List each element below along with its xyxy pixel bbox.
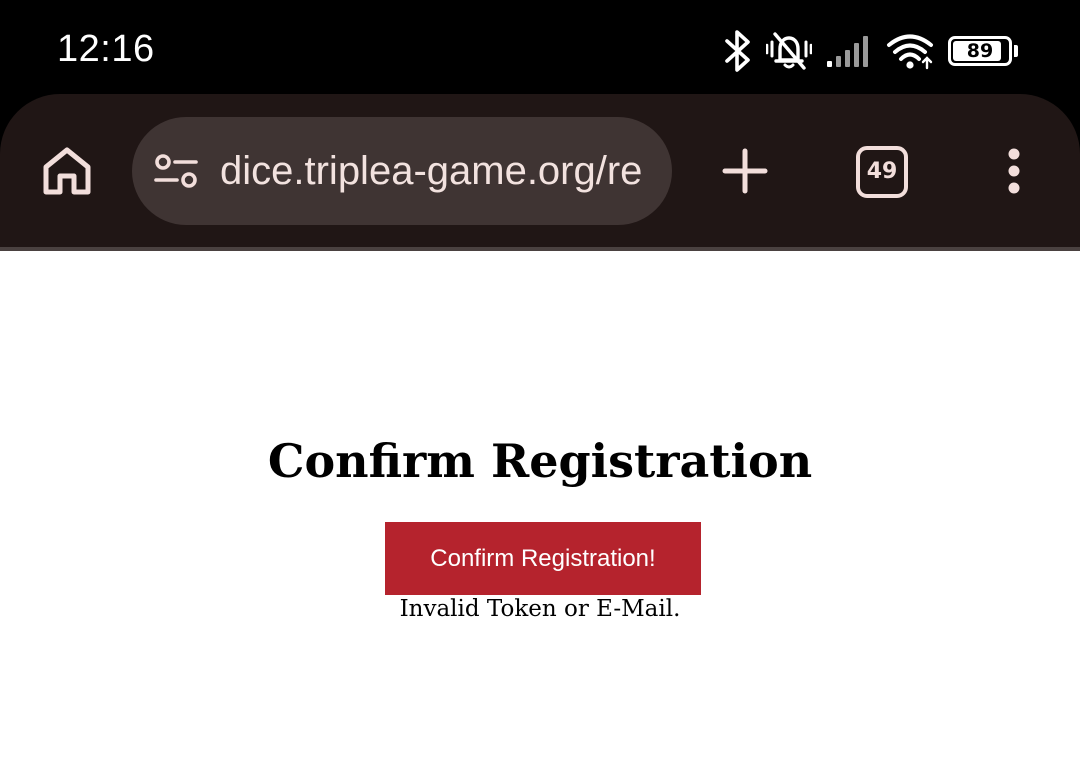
menu-button[interactable] — [990, 142, 1038, 204]
status-icons: 89 — [724, 28, 1018, 74]
home-icon — [42, 145, 92, 202]
wifi-icon — [886, 32, 934, 70]
url-text[interactable]: dice.triplea-game.org/re — [220, 145, 652, 197]
battery-level: 89 — [966, 40, 994, 62]
bluetooth-icon — [724, 30, 752, 72]
new-tab-button[interactable] — [714, 142, 776, 204]
tab-switcher-button[interactable]: 49 — [856, 146, 908, 198]
cellular-signal-icon — [826, 34, 872, 68]
page-title: Confirm Registration — [267, 434, 813, 488]
battery-tip — [1014, 45, 1018, 57]
error-message: Invalid Token or E-Mail. — [399, 596, 681, 622]
address-bar[interactable]: dice.triplea-game.org/re — [132, 117, 672, 225]
status-time: 12:16 — [57, 28, 155, 70]
status-bar: 12:16 89 — [0, 0, 1080, 100]
battery-icon: 89 — [948, 36, 1018, 66]
more-vert-icon — [1004, 146, 1024, 201]
vibrate-silent-icon — [766, 30, 812, 72]
home-button[interactable] — [36, 142, 98, 204]
plus-icon — [721, 147, 769, 200]
page-content: Confirm Registration Confirm Registratio… — [0, 251, 1080, 773]
confirm-registration-button[interactable]: Confirm Registration! — [385, 522, 701, 595]
site-settings-icon[interactable] — [154, 153, 198, 189]
